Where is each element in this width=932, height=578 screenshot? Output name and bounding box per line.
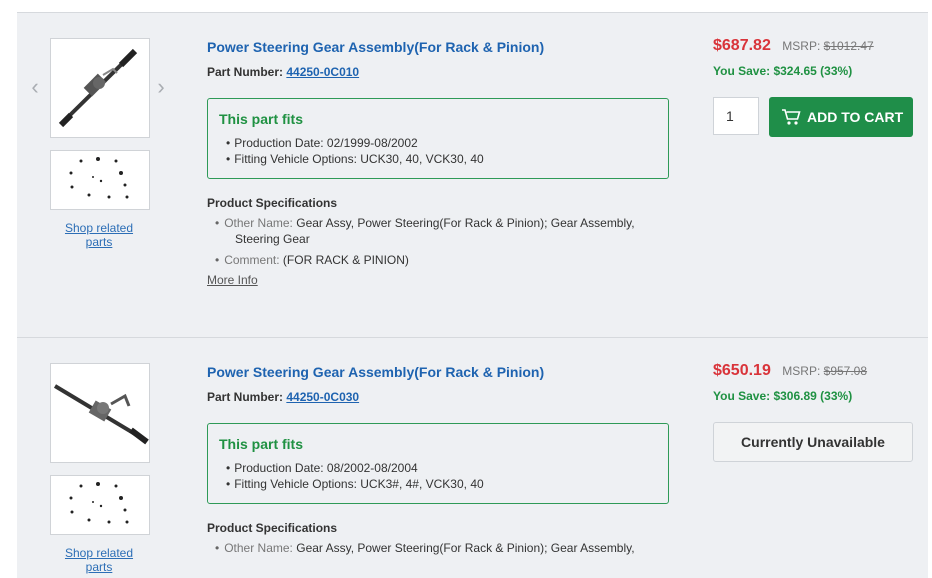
unavailable-button[interactable]: Currently Unavailable <box>713 422 913 462</box>
price-box: $687.82 MSRP: $1012.47 You Save: $324.65… <box>713 37 918 78</box>
product-info: Power Steering Gear Assembly(For Rack & … <box>207 39 677 287</box>
cart-icon <box>781 108 801 126</box>
spec-item: • Other Name: Gear Assy, Power Steering(F… <box>215 541 635 555</box>
part-number-label: Part Number: <box>207 390 284 404</box>
price-box: $650.19 MSRP: $957.08 You Save: $306.89 … <box>713 362 918 403</box>
fitment-heading: This part fits <box>219 436 304 452</box>
product-card: Shop related parts Power Steering Gear A… <box>17 337 928 578</box>
add-to-cart-label: ADD TO CART <box>807 109 904 125</box>
part-number-link[interactable]: 44250-0C030 <box>286 390 359 404</box>
fitment-heading: This part fits <box>219 111 304 127</box>
price: $687.82 <box>713 37 771 54</box>
specs-heading: Product Specifications <box>207 196 338 210</box>
part-number-link[interactable]: 44250-0C010 <box>286 65 359 79</box>
shop-related-parts-link[interactable]: Shop related parts <box>50 221 148 249</box>
quantity-input[interactable] <box>713 97 759 135</box>
diagram-thumbnail[interactable] <box>50 475 150 535</box>
spec-item: • Comment: (FOR RACK & PINION) <box>215 253 409 267</box>
fitment-line: • Fitting Vehicle Options: UCK3#, 4#, VCK… <box>226 477 484 491</box>
part-number: Part Number: 44250-0C010 <box>207 65 677 79</box>
more-info-link[interactable]: More Info <box>207 273 677 287</box>
add-to-cart-button[interactable]: ADD TO CART <box>769 97 913 137</box>
fitment-line: • Production Date: 02/1999-08/2002 <box>226 136 418 150</box>
msrp: MSRP: $1012.47 <box>782 39 874 53</box>
price: $650.19 <box>713 362 771 379</box>
product-image[interactable] <box>50 38 150 138</box>
product-list: ‹ › Shop related parts Power Steering Ge… <box>17 12 928 578</box>
fitment-box: This part fits • Production Date: 02/1999… <box>207 98 669 179</box>
part-number: Part Number: 44250-0C030 <box>207 390 677 404</box>
chevron-right-icon[interactable]: › <box>153 75 169 99</box>
product-title[interactable]: Power Steering Gear Assembly(For Rack & … <box>207 39 677 55</box>
msrp: MSRP: $957.08 <box>782 364 868 378</box>
fitment-line: • Production Date: 08/2002-08/2004 <box>226 461 418 475</box>
product-title[interactable]: Power Steering Gear Assembly(For Rack & … <box>207 364 677 380</box>
fitment-box: This part fits • Production Date: 08/2002… <box>207 423 669 504</box>
part-number-label: Part Number: <box>207 65 284 79</box>
product-card: ‹ › Shop related parts Power Steering Ge… <box>17 12 928 338</box>
product-image[interactable] <box>50 363 150 463</box>
fitment-line: • Fitting Vehicle Options: UCK30, 40, VCK… <box>226 152 484 166</box>
diagram-thumbnail[interactable] <box>50 150 150 210</box>
product-info: Power Steering Gear Assembly(For Rack & … <box>207 364 677 556</box>
chevron-left-icon[interactable]: ‹ <box>27 75 43 99</box>
you-save: You Save: $324.65 (33%) <box>713 64 853 78</box>
specs-heading: Product Specifications <box>207 521 338 535</box>
you-save: You Save: $306.89 (33%) <box>713 389 853 403</box>
spec-item: • Other Name: Gear Assy, Power Steering(F… <box>215 216 635 246</box>
shop-related-parts-link[interactable]: Shop related parts <box>50 546 148 574</box>
